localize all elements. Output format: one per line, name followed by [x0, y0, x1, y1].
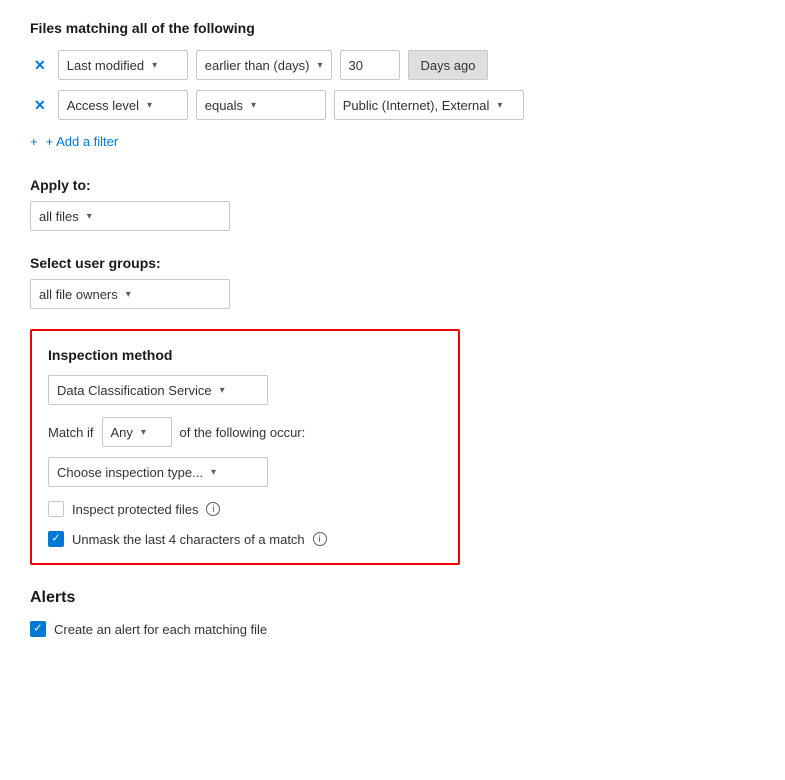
unmask-label: Unmask the last 4 characters of a match [72, 532, 305, 547]
create-alert-checkbox[interactable] [30, 621, 46, 637]
inspection-method-title: Inspection method [48, 347, 442, 363]
alerts-section: Alerts Create an alert for each matching… [30, 589, 755, 637]
plus-icon: + [30, 134, 38, 149]
chevron-down-icon: ▾ [87, 211, 92, 222]
create-alert-label: Create an alert for each matching file [54, 622, 267, 637]
filter-value-input-1[interactable] [340, 50, 400, 80]
inspection-type-placeholder: Choose inspection type... [57, 465, 203, 480]
chevron-down-icon: ▾ [497, 100, 502, 111]
close-icon: ✕ [34, 57, 46, 74]
close-icon: ✕ [34, 97, 46, 114]
filter-row-1: ✕ Last modified ▾ earlier than (days) ▾ … [30, 50, 755, 80]
filter-field-dropdown-2[interactable]: Access level ▾ [58, 90, 188, 120]
apply-to-dropdown[interactable]: all files ▾ [30, 201, 230, 231]
filter-field-label-2: Access level [67, 98, 139, 113]
match-row: Match if Any ▾ of the following occur: [48, 417, 442, 447]
chevron-down-icon: ▾ [220, 385, 225, 396]
unmask-checkbox[interactable] [48, 531, 64, 547]
apply-to-label: Apply to: [30, 177, 755, 193]
match-any-dropdown[interactable]: Any ▾ [102, 417, 172, 447]
filter-field-dropdown-1[interactable]: Last modified ▾ [58, 50, 188, 80]
create-alert-row: Create an alert for each matching file [30, 621, 755, 637]
protected-files-row: Inspect protected files i [48, 501, 442, 517]
match-suffix: of the following occur: [180, 425, 306, 440]
user-groups-section: Select user groups: all file owners ▾ [30, 255, 755, 309]
filter-operator-label-2: equals [205, 98, 243, 113]
remove-filter-2[interactable]: ✕ [30, 95, 50, 116]
inspection-method-dropdown[interactable]: Data Classification Service ▾ [48, 375, 268, 405]
inspection-method-section: Inspection method Data Classification Se… [30, 329, 460, 565]
match-any-value: Any [111, 425, 133, 440]
inspection-type-row: Choose inspection type... ▾ [48, 457, 442, 487]
filter-operator-dropdown-2[interactable]: equals ▾ [196, 90, 326, 120]
user-groups-label: Select user groups: [30, 255, 755, 271]
user-groups-value: all file owners [39, 287, 118, 302]
filter-operator-label-1: earlier than (days) [205, 58, 310, 73]
apply-to-value: all files [39, 209, 79, 224]
info-icon: i [206, 502, 220, 516]
protected-files-label: Inspect protected files [72, 502, 198, 517]
add-filter-button[interactable]: + + Add a filter [30, 130, 118, 153]
chevron-down-icon: ▾ [141, 427, 146, 438]
match-if-label: Match if [48, 425, 94, 440]
chevron-down-icon: ▾ [251, 100, 256, 111]
inspection-method-value: Data Classification Service [57, 383, 212, 398]
files-matching-title: Files matching all of the following [30, 20, 755, 36]
apply-to-section: Apply to: all files ▾ [30, 177, 755, 231]
section-header: Files matching all of the following [30, 20, 755, 36]
add-filter-label: + Add a filter [46, 134, 119, 149]
chevron-down-icon: ▾ [147, 100, 152, 111]
chevron-down-icon: ▾ [152, 60, 157, 71]
chevron-down-icon: ▾ [211, 467, 216, 478]
filter-operator-dropdown-1[interactable]: earlier than (days) ▾ [196, 50, 332, 80]
inspection-type-dropdown[interactable]: Choose inspection type... ▾ [48, 457, 268, 487]
protected-files-checkbox[interactable] [48, 501, 64, 517]
filter-value-dropdown-2[interactable]: Public (Internet), External ▾ [334, 90, 524, 120]
chevron-down-icon: ▾ [318, 60, 323, 71]
filter-field-label-1: Last modified [67, 58, 144, 73]
remove-filter-1[interactable]: ✕ [30, 55, 50, 76]
unmask-row: Unmask the last 4 characters of a match … [48, 531, 442, 547]
alerts-title: Alerts [30, 589, 755, 607]
filter-value-label-2: Public (Internet), External [343, 98, 490, 113]
filter-row-2: ✕ Access level ▾ equals ▾ Public (Intern… [30, 90, 755, 120]
days-ago-button[interactable]: Days ago [408, 50, 489, 80]
info-icon-2: i [313, 532, 327, 546]
user-groups-dropdown[interactable]: all file owners ▾ [30, 279, 230, 309]
chevron-down-icon: ▾ [126, 289, 131, 300]
